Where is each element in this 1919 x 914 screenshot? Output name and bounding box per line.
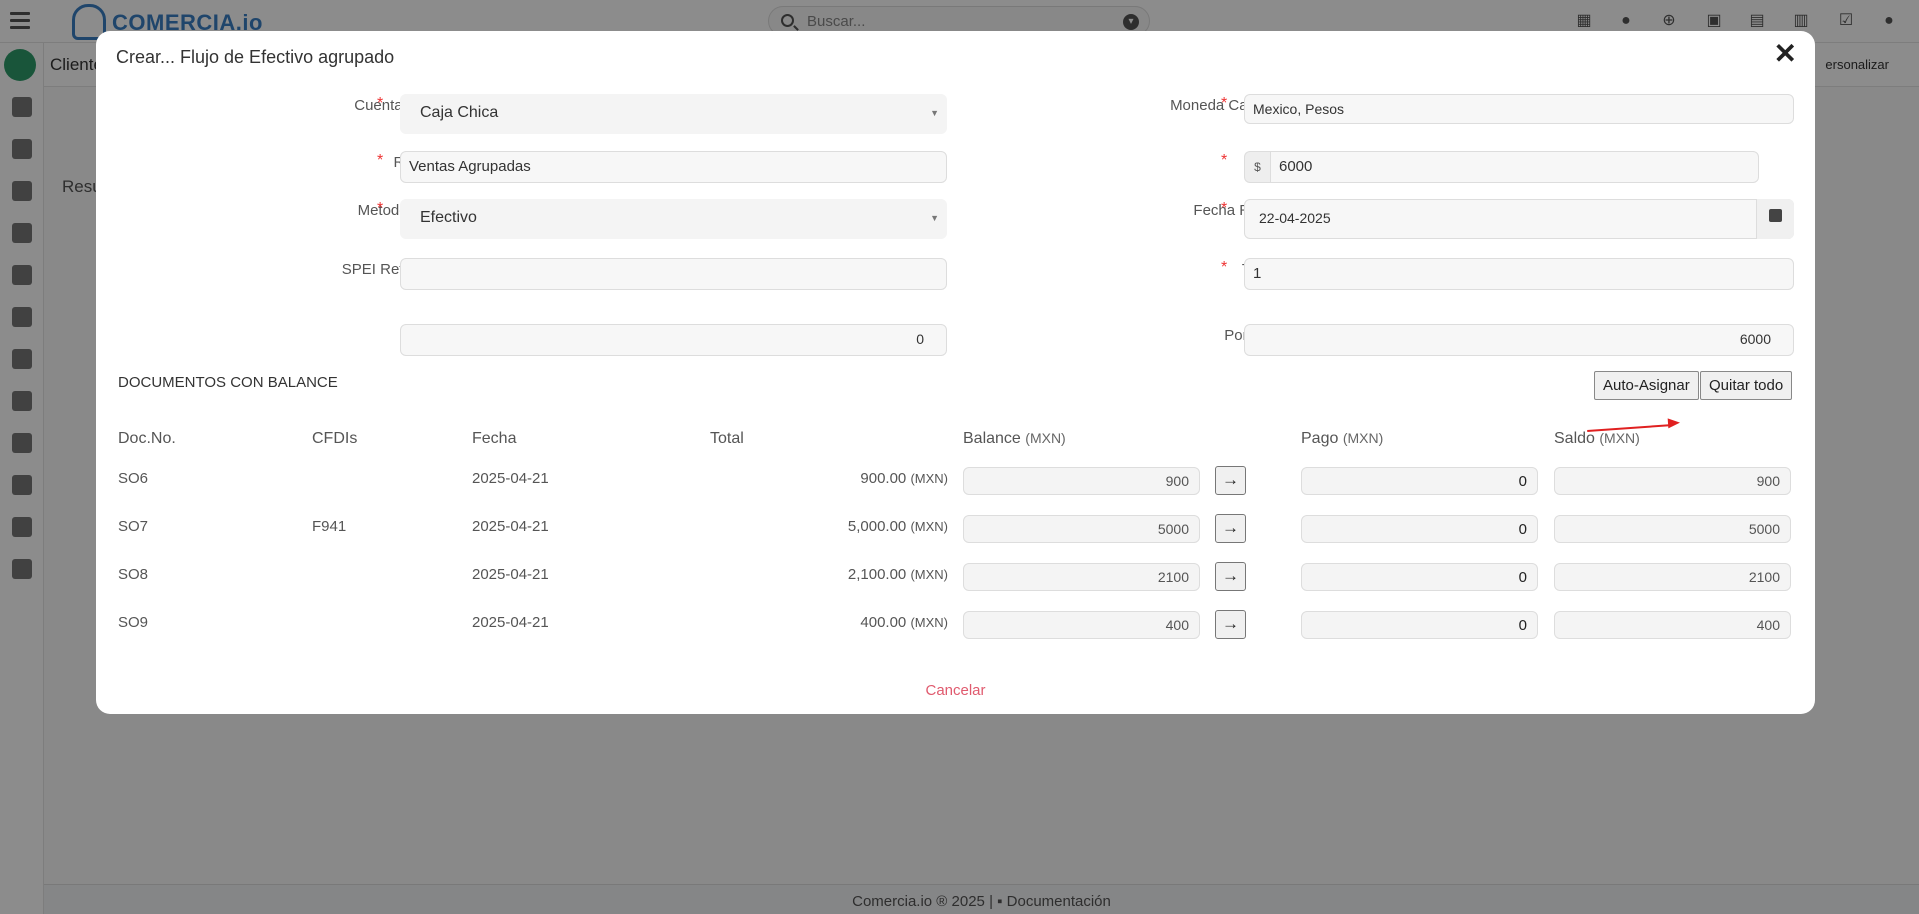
moneda-input: Mexico, Pesos bbox=[1244, 94, 1794, 124]
header-pago: Pago (MXN) bbox=[1301, 430, 1383, 448]
required-mark: * bbox=[1221, 95, 1228, 112]
metodo-value: Efectivo bbox=[420, 209, 477, 226]
cuenta-select[interactable]: Caja Chica ▼ bbox=[400, 94, 947, 134]
total-amount: 2,100.00 bbox=[847, 566, 907, 583]
row-doc: SO9 bbox=[118, 614, 149, 631]
cancel-link[interactable]: Cancelar bbox=[96, 682, 1815, 699]
header-saldo: Saldo (MXN) bbox=[1554, 430, 1640, 448]
total-currency: (MXN) bbox=[910, 471, 948, 486]
required-mark: * bbox=[377, 200, 384, 217]
row-fecha: 2025-04-21 bbox=[472, 566, 549, 583]
saldo-field: 400 bbox=[1554, 611, 1791, 639]
saldo-field: 5000 bbox=[1554, 515, 1791, 543]
saldo-field: 900 bbox=[1554, 467, 1791, 495]
saldo-text: Saldo bbox=[1554, 430, 1595, 447]
payment-input[interactable]: 0 bbox=[1301, 563, 1538, 591]
payment-input[interactable]: 0 bbox=[1301, 467, 1538, 495]
total-amount: 5,000.00 bbox=[847, 518, 907, 535]
calendar-icon[interactable] bbox=[1756, 199, 1794, 239]
row-fecha: 2025-04-21 bbox=[472, 470, 549, 487]
currency-tag: (MXN) bbox=[1025, 430, 1066, 446]
header-total: Total bbox=[710, 430, 744, 447]
row-total: 900.00 (MXN) bbox=[708, 470, 948, 487]
currency-tag: (MXN) bbox=[1342, 430, 1384, 446]
clear-all-button[interactable]: Quitar todo bbox=[1700, 371, 1793, 400]
total-currency: (MXN) bbox=[910, 519, 948, 534]
header-balance: Balance (MXN) bbox=[963, 430, 1066, 448]
annotation-arrowhead bbox=[1667, 417, 1681, 429]
total-amount: 400.00 bbox=[860, 614, 907, 631]
row-doc: SO7 bbox=[118, 518, 149, 535]
row-total: 2,100.00 (MXN) bbox=[708, 566, 948, 583]
row-doc: SO6 bbox=[118, 470, 149, 487]
dollar-addon: $ bbox=[1244, 151, 1270, 183]
spei-input[interactable] bbox=[400, 258, 947, 290]
caret-down-icon: ▼ bbox=[930, 213, 939, 223]
balance-field: 2100 bbox=[963, 563, 1200, 591]
balance-text: Balance bbox=[963, 430, 1021, 447]
saldo-field: 2100 bbox=[1554, 563, 1791, 591]
tc-input[interactable]: 1 bbox=[1244, 258, 1794, 290]
row-doc: SO8 bbox=[118, 566, 149, 583]
total-currency: (MXN) bbox=[910, 615, 948, 630]
caret-down-icon: ▼ bbox=[930, 108, 939, 118]
header-cfdis: CFDIs bbox=[312, 430, 358, 447]
fecha-input[interactable]: 22-04-2025 bbox=[1244, 199, 1794, 239]
arrow-right-icon[interactable]: → bbox=[1215, 610, 1246, 639]
required-mark: * bbox=[377, 95, 384, 112]
section-title: DOCUMENTOS CON BALANCE bbox=[118, 374, 338, 391]
close-icon[interactable]: ✕ bbox=[1774, 37, 1797, 70]
required-mark: * bbox=[1221, 200, 1228, 217]
por-asignar-input: 6000 bbox=[1244, 324, 1794, 356]
required-mark: * bbox=[1221, 259, 1228, 276]
total-currency: (MXN) bbox=[910, 567, 948, 582]
balance-field: 5000 bbox=[963, 515, 1200, 543]
balance-field: 400 bbox=[963, 611, 1200, 639]
auto-assign-button[interactable]: Auto-Asignar bbox=[1594, 371, 1699, 400]
arrow-right-icon[interactable]: → bbox=[1215, 514, 1246, 543]
currency-tag: (MXN) bbox=[1599, 430, 1640, 446]
metodo-select[interactable]: Efectivo ▼ bbox=[400, 199, 947, 239]
cash-flow-modal: Crear... Flujo de Efectivo agrupado ✕ Cu… bbox=[96, 31, 1815, 714]
modal-title: Crear... Flujo de Efectivo agrupado bbox=[116, 47, 395, 67]
required-mark: * bbox=[377, 152, 384, 169]
arrow-right-icon[interactable]: → bbox=[1215, 562, 1246, 591]
row-total: 400.00 (MXN) bbox=[708, 614, 948, 631]
row-fecha: 2025-04-21 bbox=[472, 614, 549, 631]
row-fecha: 2025-04-21 bbox=[472, 518, 549, 535]
row-total: 5,000.00 (MXN) bbox=[708, 518, 948, 535]
arrow-right-icon[interactable]: → bbox=[1215, 466, 1246, 495]
total-amount: 900.00 bbox=[860, 470, 907, 487]
balance-field: 900 bbox=[963, 467, 1200, 495]
row-cfdi[interactable]: F941 bbox=[312, 518, 346, 535]
cuenta-value: Caja Chica bbox=[420, 104, 499, 121]
payment-input[interactable]: 0 bbox=[1301, 611, 1538, 639]
monto-input[interactable]: 6000 bbox=[1270, 151, 1759, 183]
payment-input[interactable]: 0 bbox=[1301, 515, 1538, 543]
required-mark: * bbox=[1221, 152, 1228, 169]
pago-text: Pago bbox=[1301, 430, 1339, 447]
header-fecha: Fecha bbox=[472, 430, 517, 447]
header-doc: Doc.No. bbox=[118, 430, 176, 447]
referencia-input[interactable]: Ventas Agrupadas bbox=[400, 151, 947, 183]
asignado-input: 0 bbox=[400, 324, 947, 356]
